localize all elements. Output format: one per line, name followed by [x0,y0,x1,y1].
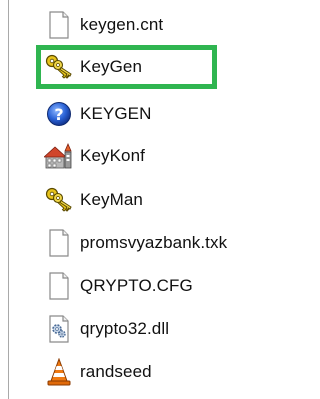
file-name: keygen.cnt [80,15,164,34]
file-list: keygen.cnt KeyGen ? KEYGEN KeyKonf KeyMa… [0,0,292,399]
file-item-keyman[interactable]: KeyMan [44,184,143,216]
file-item-promsvyazbank-txk[interactable]: promsvyazbank.txk [44,227,227,259]
dll-gear-icon [44,314,74,344]
file-name: KeyMan [80,190,143,209]
file-item-randseed[interactable]: randseed [44,356,152,388]
file-item-keygen-help[interactable]: ? KEYGEN [44,98,151,130]
keys-icon [44,185,74,215]
file-item-qrypto-cfg[interactable]: QRYPTO.CFG [44,270,193,302]
keys-icon [44,52,74,82]
file-name: KeyGen [80,57,143,76]
traffic-cone-icon [44,357,74,387]
config-house-icon [44,141,74,171]
file-name: KEYGEN [80,104,152,123]
file-name: KeyKonf [80,146,145,165]
file-item-keygen-cnt[interactable]: keygen.cnt [44,9,163,41]
file-item-keykonf[interactable]: KeyKonf [44,140,145,172]
file-name: randseed [80,362,152,381]
document-icon [44,228,74,258]
file-name: promsvyazbank.txk [80,233,228,252]
file-name: QRYPTO.CFG [80,276,193,295]
document-icon [44,271,74,301]
file-name: qrypto32.dll [80,319,170,338]
file-item-keygen[interactable]: KeyGen [44,51,142,83]
help-file-icon: ? [44,99,74,129]
file-item-qrypto32-dll[interactable]: qrypto32.dll [44,313,169,345]
document-icon [44,10,74,40]
svg-text:?: ? [54,105,63,124]
